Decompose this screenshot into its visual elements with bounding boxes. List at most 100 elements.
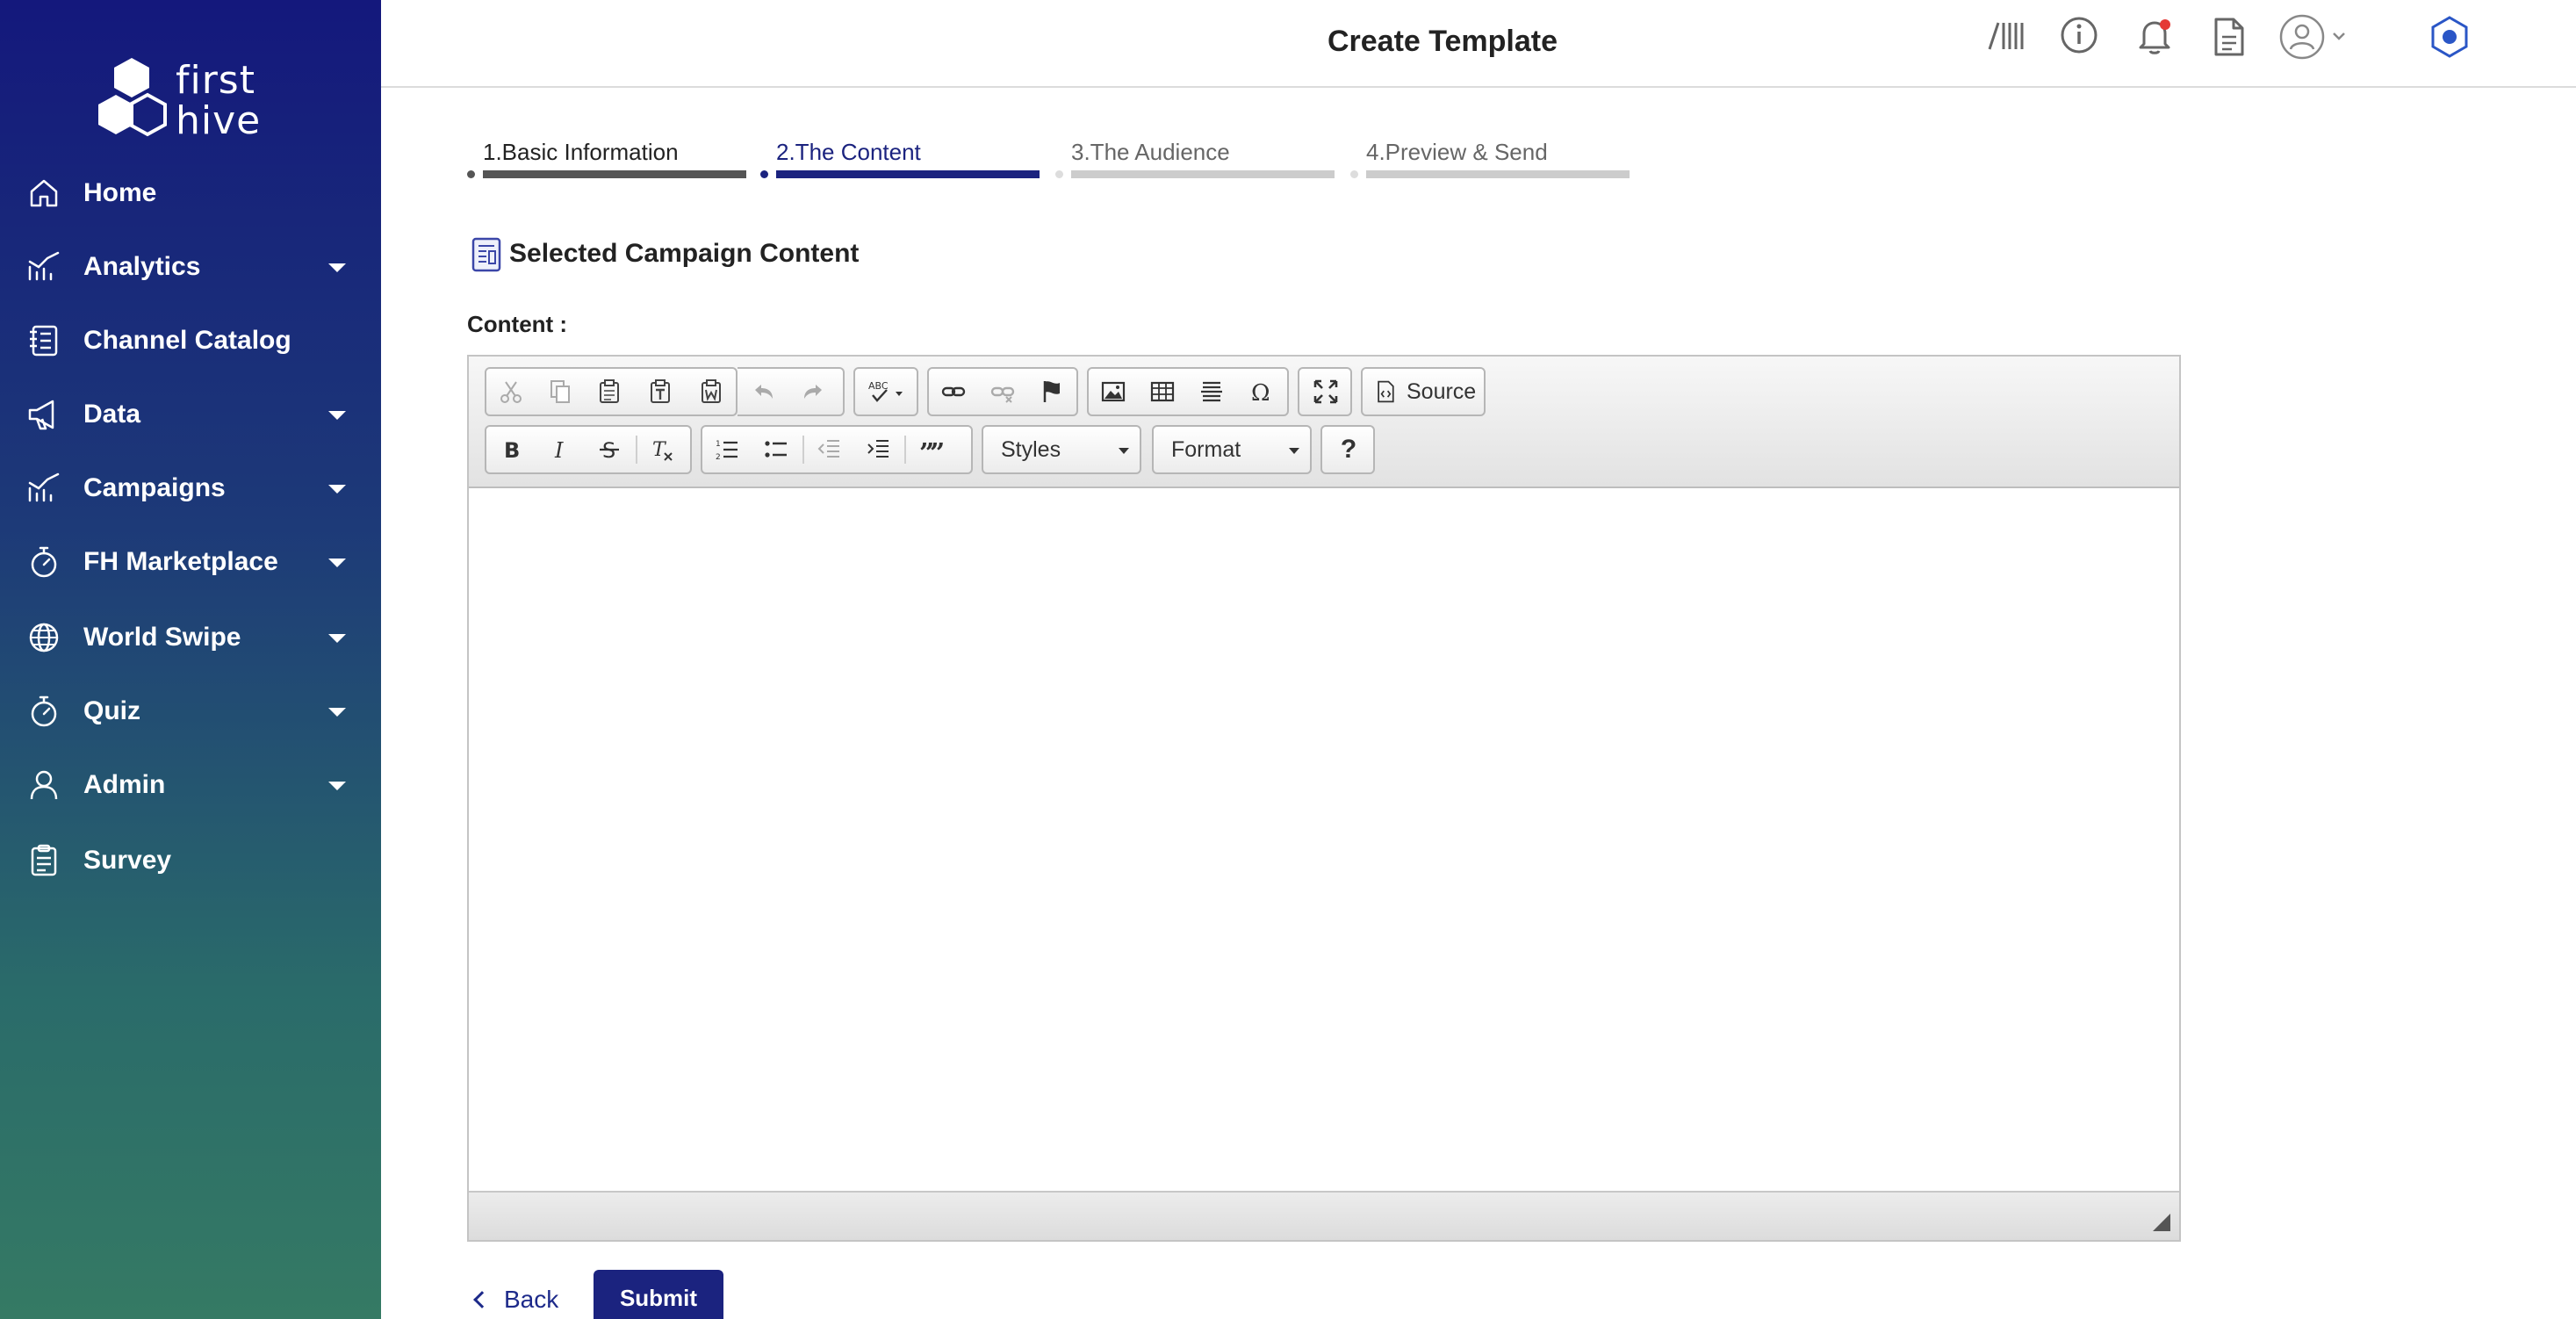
paste-text-button[interactable] xyxy=(636,369,685,414)
copy-icon xyxy=(550,380,570,403)
scissors-icon xyxy=(500,381,522,403)
paste-word-button[interactable] xyxy=(687,369,736,414)
flag-icon xyxy=(1043,381,1060,402)
editor-toolbar: ABC Ω Source B I T 1 2 ” ” Styles Format… xyxy=(469,357,2179,488)
help-group: ? xyxy=(1320,425,1375,474)
back-button[interactable]: Back xyxy=(471,1280,558,1319)
sidebar: first hive Home Analytics Channel Catalo… xyxy=(0,0,381,1319)
step-label: 2.The Content xyxy=(776,139,921,165)
bulleted-list-button[interactable] xyxy=(752,427,801,472)
format-dropdown[interactable]: Format xyxy=(1152,425,1312,474)
anchor-button[interactable] xyxy=(1027,369,1076,414)
document-icon[interactable] xyxy=(2205,14,2251,60)
globe-icon xyxy=(29,623,59,652)
sidebar-item-campaigns[interactable]: Campaigns xyxy=(0,453,381,523)
sidebar-item-quiz[interactable]: Quiz xyxy=(0,676,381,746)
sidebar-item-label: Campaigns xyxy=(83,473,226,502)
sidebar-item-world-swipe[interactable]: World Swipe xyxy=(0,602,381,673)
step-progress-bar xyxy=(1366,170,1630,178)
sidebar-item-channel-catalog[interactable]: Channel Catalog xyxy=(0,306,381,376)
source-label: Source xyxy=(1407,378,1477,404)
omega-icon: Ω xyxy=(1251,380,1270,406)
copy-button[interactable] xyxy=(536,369,585,414)
sidebar-item-home[interactable]: Home xyxy=(0,158,381,228)
firsthive-logo[interactable]: first hive xyxy=(98,54,291,151)
editor-content-area[interactable] xyxy=(469,488,2179,1191)
bell-icon[interactable] xyxy=(2132,14,2177,60)
settings-hex-icon[interactable] xyxy=(2427,14,2472,60)
unlink-button[interactable] xyxy=(978,369,1027,414)
spellcheck-button[interactable]: ABC xyxy=(857,369,917,414)
section-title: Selected Campaign Content xyxy=(509,239,860,268)
editor-status-bar xyxy=(469,1191,2179,1240)
link-button[interactable] xyxy=(929,369,978,414)
paste-button[interactable] xyxy=(585,369,634,414)
history-group xyxy=(738,367,845,416)
bulleted-list-icon xyxy=(765,441,787,458)
maximize-button[interactable] xyxy=(1301,369,1350,414)
chevron-down-icon xyxy=(328,782,346,790)
content-label: Content : xyxy=(467,311,568,337)
step-progress-bar xyxy=(1071,170,1335,178)
sidebar-item-label: Channel Catalog xyxy=(83,326,291,355)
resize-handle-icon[interactable] xyxy=(2153,1214,2170,1231)
image-button[interactable] xyxy=(1089,369,1138,414)
sidebar-item-label: Admin xyxy=(83,770,166,799)
outdent-button[interactable] xyxy=(804,427,853,472)
info-icon[interactable] xyxy=(2056,14,2102,60)
top-header: Create Template xyxy=(381,0,2576,88)
sidebar-item-label: Data xyxy=(83,400,141,429)
sidebar-item-analytics[interactable]: Analytics xyxy=(0,232,381,302)
user-icon xyxy=(30,770,58,800)
strikethrough-button[interactable]: S xyxy=(585,427,634,472)
submit-button[interactable]: Submit xyxy=(594,1270,723,1319)
barcode-icon[interactable] xyxy=(1982,14,2028,60)
sidebar-item-label: Home xyxy=(83,178,157,207)
chevron-down-icon xyxy=(328,634,346,643)
page-title: Create Template xyxy=(1327,25,1558,58)
view-group xyxy=(1298,367,1352,416)
spellcheck-group: ABC xyxy=(853,367,918,416)
redo-button[interactable] xyxy=(788,369,838,414)
chevron-down-icon xyxy=(328,411,346,420)
blockquote-button[interactable]: ”” xyxy=(906,427,955,472)
paragraph-group: 12 ”” xyxy=(701,425,973,474)
bold-button[interactable]: B xyxy=(486,427,536,472)
strikethrough-icon: S xyxy=(600,438,619,463)
numbered-list-button[interactable]: 12 xyxy=(702,427,752,472)
help-button[interactable]: ? xyxy=(1324,427,1373,472)
megaphone-icon xyxy=(28,400,54,430)
remove-format-icon: T xyxy=(652,439,673,461)
sidebar-item-label: Survey xyxy=(83,846,172,875)
svg-text:Ω: Ω xyxy=(1251,380,1270,406)
special-char-button[interactable]: Ω xyxy=(1236,369,1285,414)
sidebar-item-data[interactable]: Data xyxy=(0,379,381,450)
bold-icon: B xyxy=(504,438,520,463)
remove-format-button[interactable]: T xyxy=(637,427,687,472)
back-label: Back xyxy=(504,1286,559,1313)
basic-styles-group: B I S T xyxy=(485,425,692,474)
italic-button[interactable]: I xyxy=(536,427,585,472)
sidebar-item-survey[interactable]: Survey xyxy=(0,825,381,896)
sidebar-item-fh-marketplace[interactable]: FH Marketplace xyxy=(0,527,381,597)
table-button[interactable] xyxy=(1138,369,1187,414)
home-icon xyxy=(30,179,58,207)
horizontal-rule-button[interactable] xyxy=(1187,369,1236,414)
unlink-icon xyxy=(990,386,1015,403)
undo-button[interactable] xyxy=(739,369,788,414)
clipboard-paste-icon xyxy=(600,379,619,403)
svg-text:2: 2 xyxy=(716,453,721,462)
sidebar-item-label: Analytics xyxy=(83,252,201,281)
styles-dropdown[interactable]: Styles xyxy=(982,425,1141,474)
clipboard-group xyxy=(485,367,739,416)
indent-button[interactable] xyxy=(853,427,903,472)
horizontal-rule-icon xyxy=(1201,381,1222,402)
user-avatar-icon[interactable] xyxy=(2277,14,2374,60)
italic-icon: I xyxy=(554,438,564,463)
sidebar-item-admin[interactable]: Admin xyxy=(0,750,381,820)
cut-button[interactable] xyxy=(486,369,536,414)
analytics-icon xyxy=(28,251,60,281)
source-button[interactable]: Source xyxy=(1363,369,1484,414)
sidebar-item-label: World Swipe xyxy=(83,623,241,652)
source-group: Source xyxy=(1361,367,1486,416)
